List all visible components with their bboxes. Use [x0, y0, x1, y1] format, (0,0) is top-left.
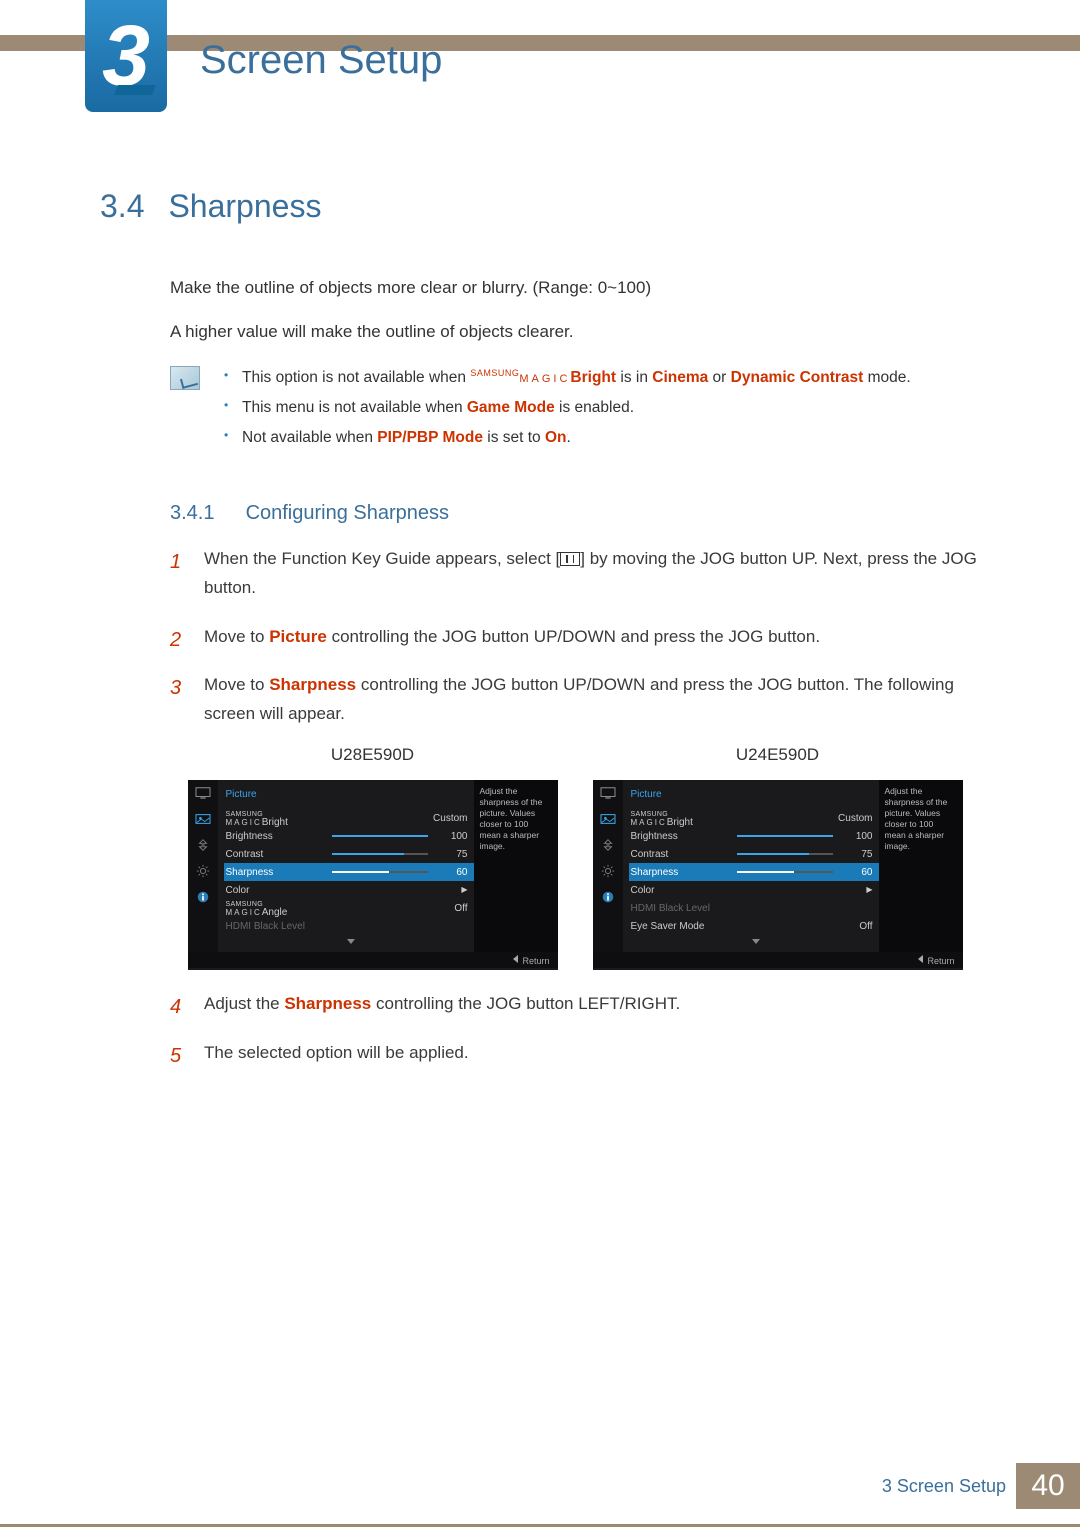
osd-row: Sharpness60 [224, 863, 474, 881]
osd-left: Picture SAMSUNGMAGICBrightCustomBrightne… [188, 780, 558, 970]
monitor-icon [599, 786, 617, 800]
osd-row-label: Contrast [631, 846, 731, 863]
osd-row-label: Color [631, 882, 731, 899]
osd-row-label: Sharpness [631, 864, 731, 881]
section-title: Sharpness [168, 188, 321, 224]
subsection-title: Configuring Sharpness [246, 502, 449, 524]
osd-row: HDMI Black Level [629, 899, 879, 917]
page-footer: 3 Screen Setup 40 [882, 1463, 1080, 1509]
back-icon [513, 955, 518, 963]
back-icon [918, 955, 923, 963]
osd-footer: Return [593, 952, 963, 968]
osd-row: Color ▶ [224, 881, 474, 899]
info-icon [194, 890, 212, 904]
content-area: 3.4 Sharpness Make the outline of object… [100, 188, 980, 1088]
osd-header: Picture [224, 782, 474, 809]
model-left: U28E590D [170, 741, 575, 770]
osd-row: Eye Saver ModeOff [629, 917, 879, 935]
step-3: 3 Move to Sharpness controlling the JOG … [170, 671, 980, 729]
gear-icon [194, 864, 212, 878]
model-right: U24E590D [575, 741, 980, 770]
chevron-down-icon [347, 939, 355, 944]
osd-right-col: U24E590D Picture [575, 741, 980, 970]
chevron-down-icon [752, 939, 760, 944]
osd-row-label: HDMI Black Level [631, 900, 731, 917]
subsection-number: 3.4.1 [170, 502, 240, 525]
note-icon [170, 366, 200, 390]
section-body: Make the outline of objects more clear o… [170, 275, 980, 456]
gear-icon [599, 864, 617, 878]
step-5: 5 The selected option will be applied. [170, 1039, 980, 1068]
osd-main: Picture SAMSUNGMAGICBrightCustomBrightne… [218, 780, 474, 952]
osd-row-label: Eye Saver Mode [631, 918, 731, 935]
picture-icon [599, 812, 617, 826]
osd-row: HDMI Black Level [224, 917, 474, 935]
steps-list: 1 When the Function Key Guide appears, s… [170, 545, 980, 1068]
osd-row-label: HDMI Black Level [226, 918, 326, 935]
page-number: 40 [1016, 1463, 1080, 1509]
menu-icon [560, 552, 580, 566]
osd-row: SAMSUNGMAGICBrightCustom [629, 809, 879, 827]
osd-row-label: SAMSUNGMAGICBright [631, 809, 731, 827]
note-box: This option is not available when SAMSUN… [170, 366, 980, 456]
osd-row-label: Contrast [226, 846, 326, 863]
osd-row-label: Sharpness [226, 864, 326, 881]
osd-row: Brightness100 [224, 827, 474, 845]
note-item-3: Not available when PIP/PBP Mode is set t… [224, 426, 911, 450]
subsection-heading: 3.4.1 Configuring Sharpness [170, 502, 980, 525]
note-item-2: This menu is not available when Game Mod… [224, 396, 911, 420]
footer-text: 3 Screen Setup [882, 1476, 1006, 1497]
chapter-number: 3 [102, 13, 150, 99]
osd-tip: Adjust the sharpness of the picture. Val… [879, 780, 963, 952]
chevron-right-icon: ▶ [863, 883, 873, 897]
monitor-icon [194, 786, 212, 800]
osd-sidebar [188, 780, 218, 952]
osd-tip: Adjust the sharpness of the picture. Val… [474, 780, 558, 952]
chevron-right-icon: ▶ [458, 883, 468, 897]
osd-row-label: Color [226, 882, 326, 899]
osd-sidebar [593, 780, 623, 952]
size-icon [194, 838, 212, 852]
osd-right: Picture SAMSUNGMAGICBrightCustomBrightne… [593, 780, 963, 970]
step-1: 1 When the Function Key Guide appears, s… [170, 545, 980, 603]
osd-row-label: Brightness [631, 828, 731, 845]
picture-icon [194, 812, 212, 826]
step-4: 4 Adjust the Sharpness controlling the J… [170, 990, 980, 1019]
osd-row: Contrast75 [629, 845, 879, 863]
osd-row: Color ▶ [629, 881, 879, 899]
osd-main: Picture SAMSUNGMAGICBrightCustomBrightne… [623, 780, 879, 952]
osd-row-label: SAMSUNGMAGICAngle [226, 899, 326, 917]
osd-header: Picture [629, 782, 879, 809]
section-heading: 3.4 Sharpness [100, 188, 980, 225]
intro-p1: Make the outline of objects more clear o… [170, 275, 980, 301]
osd-footer: Return [188, 952, 558, 968]
info-icon [599, 890, 617, 904]
note-list: This option is not available when SAMSUN… [224, 366, 911, 456]
chapter-badge: 3 [85, 0, 167, 112]
osd-left-col: U28E590D Picture [170, 741, 575, 970]
osd-screens: U28E590D Picture [170, 741, 980, 970]
osd-row-label: SAMSUNGMAGICBright [226, 809, 326, 827]
section-number: 3.4 [100, 188, 164, 225]
osd-row-label: Brightness [226, 828, 326, 845]
osd-row: Contrast75 [224, 845, 474, 863]
osd-row: Sharpness60 [629, 863, 879, 881]
chapter-title: Screen Setup [200, 38, 442, 83]
osd-row: Brightness100 [629, 827, 879, 845]
step-2: 2 Move to Picture controlling the JOG bu… [170, 623, 980, 652]
osd-row: SAMSUNGMAGICBrightCustom [224, 809, 474, 827]
osd-row: SAMSUNGMAGICAngleOff [224, 899, 474, 917]
size-icon [599, 838, 617, 852]
intro-p2: A higher value will make the outline of … [170, 319, 980, 345]
note-item-1: This option is not available when SAMSUN… [224, 366, 911, 390]
